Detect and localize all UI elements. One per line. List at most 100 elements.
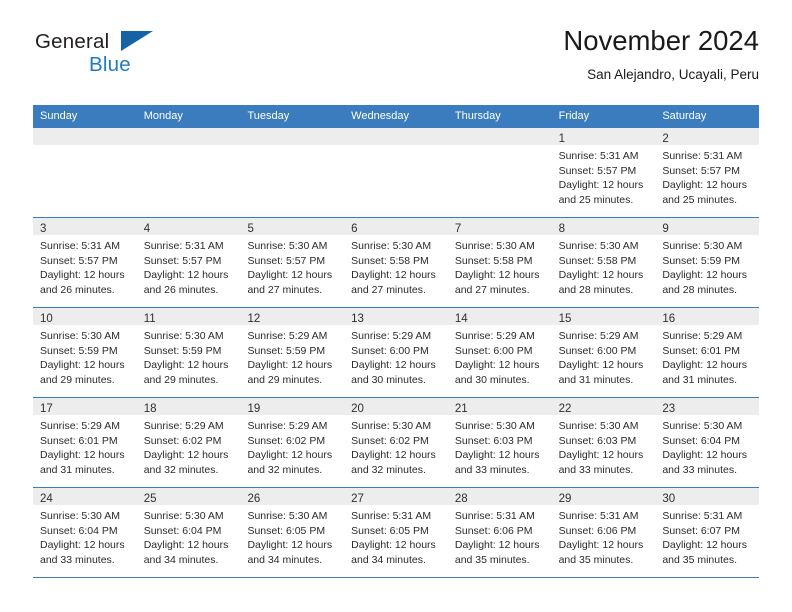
day-cell[interactable]: 25 Sunrise: 5:30 AM Sunset: 6:04 PM Dayligh…: [136, 488, 241, 577]
daylight-text-line2: and 27 minutes.: [454, 283, 530, 296]
day-cell[interactable]: 28 Sunrise: 5:31 AM Sunset: 6:06 PM Dayligh…: [447, 488, 552, 577]
week-row: 17 Sunrise: 5:29 AM Sunset: 6:01 PM Dayligh…: [33, 397, 760, 487]
daylight-text-line1: Daylight: 12 hours: [40, 539, 125, 552]
sunrise-text: Sunrise: 5:30 AM: [247, 510, 328, 522]
daylight-text-line2: and 29 minutes.: [143, 373, 219, 386]
day-number-bar: 19: [240, 398, 345, 415]
day-details: Sunrise: 5:29 AM Sunset: 6:00 PM Daylight:…: [344, 325, 448, 387]
day-number-bar: 3: [33, 218, 137, 235]
day-cell[interactable]: 27 Sunrise: 5:31 AM Sunset: 6:05 PM Dayligh…: [344, 488, 448, 577]
day-cell[interactable]: 29 Sunrise: 5:31 AM Sunset: 6:06 PM Dayligh…: [551, 488, 656, 577]
sunrise-text: Sunrise: 5:29 AM: [558, 330, 639, 342]
brand-name-general: General: [35, 30, 110, 53]
daylight-text-line1: Daylight: 12 hours: [351, 359, 436, 372]
daylight-text-line1: Daylight: 12 hours: [454, 539, 540, 552]
weekday-header-saturday: Saturday: [662, 110, 707, 122]
day-cell[interactable]: 22 Sunrise: 5:30 AM Sunset: 6:03 PM Dayligh…: [551, 398, 656, 487]
day-cell[interactable]: 9 Sunrise: 5:30 AM Sunset: 5:59 PM Daylight…: [655, 218, 760, 307]
day-cell[interactable]: 1 Sunrise: 5:31 AM Sunset: 5:57 PM Daylight…: [551, 128, 656, 217]
daylight-text-line2: and 30 minutes.: [351, 373, 426, 386]
day-cell[interactable]: 26 Sunrise: 5:30 AM Sunset: 6:05 PM Dayligh…: [240, 488, 345, 577]
sunrise-text: Sunrise: 5:30 AM: [558, 420, 639, 432]
day-cell-empty: [344, 128, 448, 217]
day-cell-empty: [447, 128, 552, 217]
sunset-text: Sunset: 6:06 PM: [454, 524, 533, 537]
sunset-text: Sunset: 6:00 PM: [558, 344, 637, 357]
day-details: Sunrise: 5:30 AM Sunset: 6:04 PM Daylight:…: [655, 415, 759, 477]
day-number-bar: 20: [344, 398, 448, 415]
day-cell[interactable]: 16 Sunrise: 5:29 AM Sunset: 6:01 PM Dayligh…: [655, 308, 760, 397]
day-details: Sunrise: 5:29 AM Sunset: 6:00 PM Daylight:…: [552, 325, 656, 387]
day-cell[interactable]: 7 Sunrise: 5:30 AM Sunset: 5:58 PM Daylight…: [447, 218, 552, 307]
daylight-text-line1: Daylight: 12 hours: [247, 359, 333, 372]
day-number-bar: 24: [33, 488, 137, 505]
day-cell[interactable]: 3 Sunrise: 5:31 AM Sunset: 5:57 PM Daylight…: [33, 218, 137, 307]
sunrise-text: Sunrise: 5:31 AM: [40, 240, 120, 252]
day-cell[interactable]: 15 Sunrise: 5:29 AM Sunset: 6:00 PM Dayligh…: [551, 308, 656, 397]
daylight-text-line2: and 27 minutes.: [351, 283, 426, 296]
day-number: 28: [454, 493, 468, 505]
day-cell[interactable]: 12 Sunrise: 5:29 AM Sunset: 5:59 PM Dayligh…: [240, 308, 345, 397]
page-title: November 2024: [563, 25, 759, 56]
sunrise-text: Sunrise: 5:29 AM: [351, 330, 432, 342]
day-number: 6: [351, 223, 358, 235]
day-cell[interactable]: 5 Sunrise: 5:30 AM Sunset: 5:57 PM Daylight…: [240, 218, 345, 307]
weekday-header-row: Sunday Monday Tuesday Wednesday Thursday…: [33, 105, 759, 128]
day-cell[interactable]: 19 Sunrise: 5:29 AM Sunset: 6:02 PM Dayligh…: [240, 398, 345, 487]
day-cell[interactable]: 30 Sunrise: 5:31 AM Sunset: 6:07 PM Dayligh…: [655, 488, 760, 577]
day-number: 10: [40, 313, 53, 325]
day-cell[interactable]: 2 Sunrise: 5:31 AM Sunset: 5:57 PM Daylight…: [655, 128, 760, 217]
day-cell[interactable]: 6 Sunrise: 5:30 AM Sunset: 5:58 PM Daylight…: [344, 218, 448, 307]
day-cell[interactable]: 20 Sunrise: 5:30 AM Sunset: 6:02 PM Dayligh…: [344, 398, 448, 487]
daylight-text-line2: and 28 minutes.: [558, 283, 634, 296]
day-number-bar: 13: [344, 308, 448, 325]
day-number: 9: [662, 223, 669, 235]
weekday-header-tuesday: Tuesday: [247, 110, 290, 122]
calendar-grid: Sunday Monday Tuesday Wednesday Thursday…: [33, 105, 760, 578]
brand-logo[interactable]: General Blue: [33, 28, 223, 84]
day-details: Sunrise: 5:31 AM Sunset: 6:06 PM Daylight:…: [448, 505, 552, 567]
day-number-bar: 21: [447, 398, 552, 415]
daylight-text-line1: Daylight: 12 hours: [247, 269, 333, 282]
daylight-text-line1: Daylight: 12 hours: [662, 269, 747, 282]
page-subtitle: San Alejandro, Ucayali, Peru: [587, 67, 759, 82]
sunrise-text: Sunrise: 5:31 AM: [662, 150, 743, 162]
day-cell[interactable]: 8 Sunrise: 5:30 AM Sunset: 5:58 PM Daylight…: [551, 218, 656, 307]
daylight-text-line2: and 32 minutes.: [143, 463, 219, 476]
daylight-text-line2: and 31 minutes.: [662, 373, 738, 386]
day-number-bar: 30: [655, 488, 760, 505]
sunset-text: Sunset: 5:59 PM: [143, 344, 222, 357]
day-details: Sunrise: 5:31 AM Sunset: 5:57 PM Daylight:…: [552, 145, 656, 207]
daylight-text-line2: and 29 minutes.: [247, 373, 323, 386]
day-details: Sunrise: 5:30 AM Sunset: 6:04 PM Daylight:…: [137, 505, 241, 567]
sunset-text: Sunset: 6:01 PM: [662, 344, 740, 357]
day-number-bar: 11: [136, 308, 241, 325]
calendar-page: General Blue November 2024 San Alejandro…: [0, 0, 792, 612]
day-cell[interactable]: 24 Sunrise: 5:30 AM Sunset: 6:04 PM Dayligh…: [33, 488, 137, 577]
sunset-text: Sunset: 6:02 PM: [351, 434, 429, 447]
day-cell[interactable]: 23 Sunrise: 5:30 AM Sunset: 6:04 PM Dayligh…: [655, 398, 760, 487]
daylight-text-line1: Daylight: 12 hours: [40, 449, 125, 462]
day-cell[interactable]: 14 Sunrise: 5:29 AM Sunset: 6:00 PM Dayligh…: [447, 308, 552, 397]
day-cell[interactable]: 10 Sunrise: 5:30 AM Sunset: 5:59 PM Dayligh…: [33, 308, 137, 397]
day-cell[interactable]: 17 Sunrise: 5:29 AM Sunset: 6:01 PM Dayligh…: [33, 398, 137, 487]
day-cell[interactable]: 13 Sunrise: 5:29 AM Sunset: 6:00 PM Dayligh…: [344, 308, 448, 397]
sunrise-text: Sunrise: 5:29 AM: [40, 420, 120, 432]
sunrise-text: Sunrise: 5:29 AM: [247, 420, 328, 432]
day-number: 19: [247, 403, 261, 415]
day-cell[interactable]: 11 Sunrise: 5:30 AM Sunset: 5:59 PM Dayligh…: [136, 308, 241, 397]
day-number: 5: [247, 223, 254, 235]
sunrise-text: Sunrise: 5:31 AM: [662, 510, 743, 522]
day-cell[interactable]: 4 Sunrise: 5:31 AM Sunset: 5:57 PM Daylight…: [136, 218, 241, 307]
week-row: 3 Sunrise: 5:31 AM Sunset: 5:57 PM Daylight…: [33, 217, 760, 307]
day-cell-empty: [33, 128, 137, 217]
sunset-text: Sunset: 6:00 PM: [454, 344, 533, 357]
title-block: November 2024 San Alejandro, Ucayali, Pe…: [563, 24, 759, 83]
daylight-text-line2: and 32 minutes.: [351, 463, 426, 476]
day-cell[interactable]: 21 Sunrise: 5:30 AM Sunset: 6:03 PM Dayligh…: [447, 398, 552, 487]
day-number-bar: [447, 128, 552, 145]
daylight-text-line2: and 32 minutes.: [247, 463, 323, 476]
sunset-text: Sunset: 6:01 PM: [40, 434, 118, 447]
day-cell[interactable]: 18 Sunrise: 5:29 AM Sunset: 6:02 PM Dayligh…: [136, 398, 241, 487]
day-number-bar: 10: [33, 308, 137, 325]
